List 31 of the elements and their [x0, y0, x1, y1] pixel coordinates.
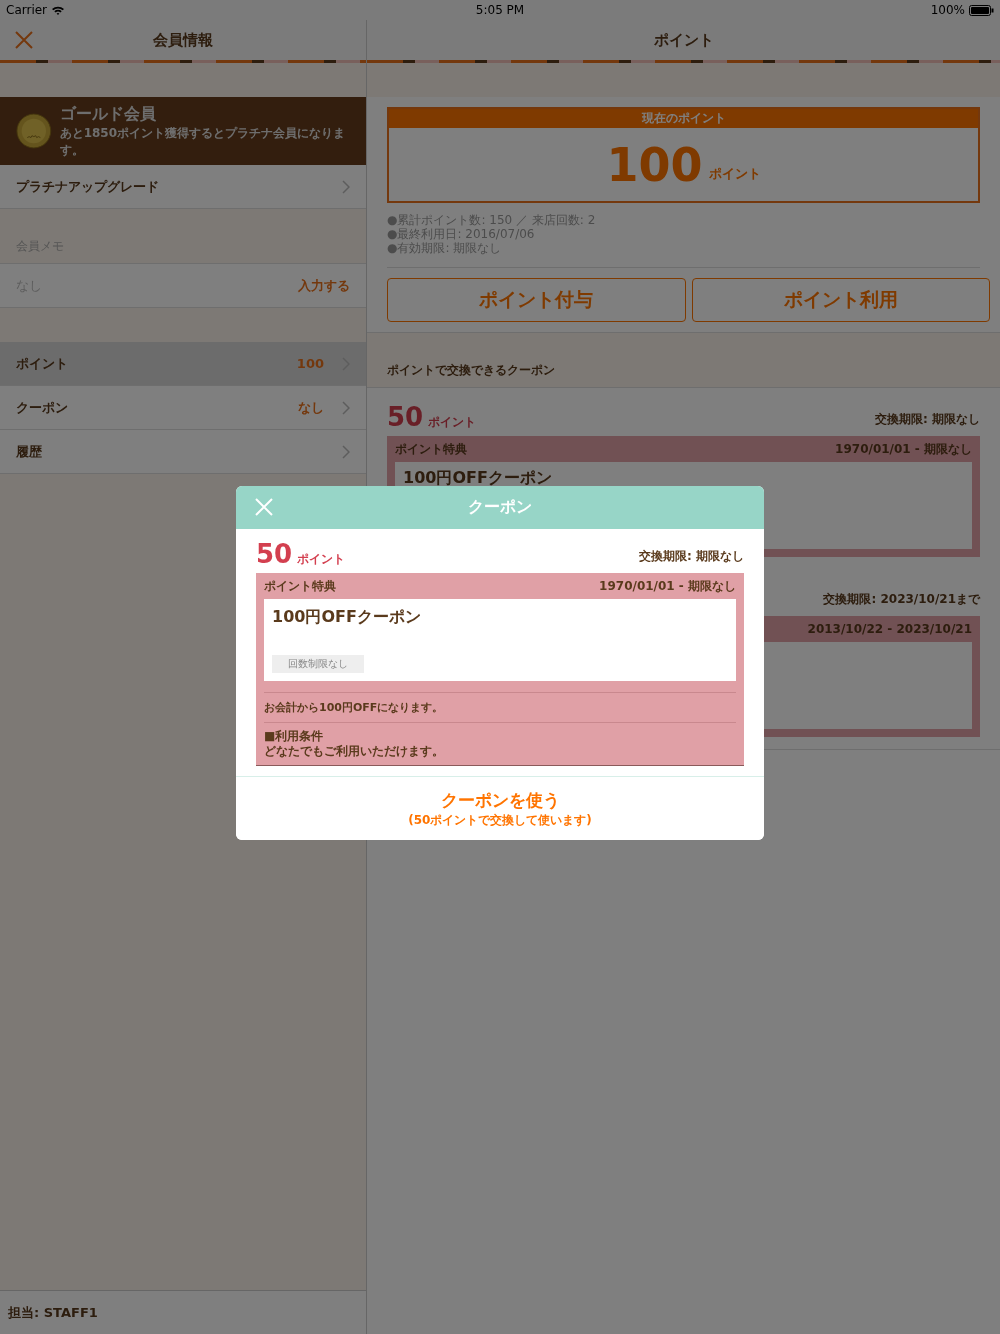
coupon-name: 100円OFFクーポン	[403, 468, 552, 487]
conditions-text: どなたでもご利用いただけます。	[264, 744, 445, 759]
coupon-period: 1970/01/01 - 期限なし	[599, 577, 736, 595]
coupon-name: 100円OFFクーポン	[272, 607, 421, 628]
points-unit: ポイント	[297, 552, 346, 566]
dialog-title: クーポン	[468, 497, 532, 518]
staff-label: 担当: STAFF1	[8, 1303, 98, 1322]
section-title: ポイントで交換できるクーポン	[387, 362, 555, 379]
rank-message: あと1850ポイント獲得するとプラチナ会員になります。	[59, 124, 347, 159]
nav-title: 会員情報	[153, 30, 213, 50]
member-rank: ゴールド会員	[59, 103, 157, 125]
carrier-name: Carrier	[6, 3, 48, 17]
points-unit: ポイント	[708, 164, 761, 183]
battery-percent: 100%	[930, 3, 965, 17]
coupon-category: ポイント特典	[395, 440, 467, 458]
nav-title: ポイント	[653, 30, 714, 50]
coupon-period: 1970/01/01 - 期限なし	[835, 440, 972, 458]
points-unit: ポイント	[428, 415, 477, 429]
exchange-deadline: 交換期限: 期限なし	[639, 548, 744, 565]
coupon-points: 50	[256, 539, 293, 569]
coupon-points: 50	[387, 402, 424, 432]
exchange-deadline: 交換期限: 期限なし	[875, 411, 980, 428]
usage-limit-tag: 回数制限なし	[272, 655, 364, 673]
clock-time: 5:05 PM	[475, 3, 525, 17]
points-value: 100	[606, 137, 703, 192]
exchange-deadline: 交換期限: 2023/10/21まで	[823, 591, 980, 608]
conditions-heading: ■利用条件	[264, 729, 325, 744]
coupon-description: お会計から100円OFFになります。	[264, 700, 444, 715]
coupon-category: ポイント特典	[264, 577, 336, 595]
coupon-period: 2013/10/22 - 2023/10/21	[807, 622, 972, 636]
points-label: 現在のポイント	[641, 110, 726, 127]
